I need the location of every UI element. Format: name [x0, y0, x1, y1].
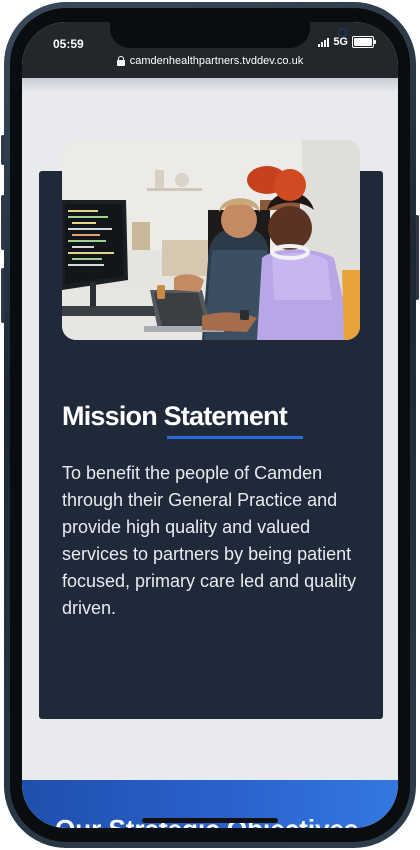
battery-icon — [352, 36, 376, 48]
url-text[interactable]: camdenhealthpartners.tvddev.co.uk — [130, 55, 303, 67]
lock-icon — [116, 56, 125, 66]
signal-bars-icon — [318, 37, 330, 47]
phone-screen: 05:59 5G camdenhealthpartners.tvddev.co.… — [22, 22, 398, 828]
mission-text: To benefit the people of Camden through … — [62, 463, 357, 618]
web-page: Mission Statement To benefit the people … — [22, 78, 398, 828]
mission-photo — [62, 140, 360, 340]
photo-illustration — [62, 140, 360, 340]
status-indicators: 5G — [318, 36, 376, 48]
notch — [110, 22, 347, 48]
address-bar[interactable]: camdenhealthpartners.tvddev.co.uk — [22, 55, 398, 67]
status-bar: 05:59 5G camdenhealthpartners.tvddev.co.… — [22, 22, 398, 78]
mission-title: Mission Statement — [62, 401, 288, 431]
phone-mockup: 05:59 5G camdenhealthpartners.tvddev.co.… — [0, 0, 420, 850]
title-underline — [167, 436, 303, 439]
home-indicator[interactable] — [142, 818, 278, 823]
network-label: 5G — [333, 36, 348, 48]
status-time: 05:59 — [53, 37, 84, 51]
header-shadow — [22, 78, 398, 92]
